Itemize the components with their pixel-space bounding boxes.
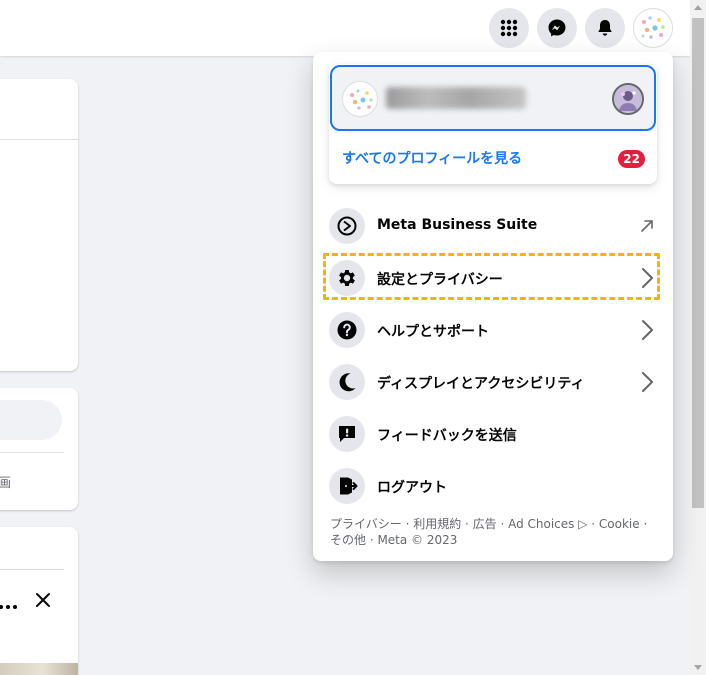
post-close-button[interactable] — [34, 591, 52, 613]
profile-card: ■■■■■■ ■■■ すべてのプロフィールを見る 22 — [329, 64, 657, 184]
feedback-icon-wrap — [329, 416, 365, 452]
divider — [0, 139, 78, 140]
notifications-button[interactable] — [585, 8, 625, 48]
close-icon — [36, 593, 50, 607]
meta-business-suite-icon — [337, 216, 357, 236]
grid-icon — [500, 19, 518, 37]
external-arrow-icon — [641, 220, 653, 232]
logout-icon — [340, 477, 358, 495]
feedback-icon — [339, 426, 355, 442]
menu-item-label: ヘルプとサポート — [377, 324, 489, 340]
menu-footer-links: プライバシー · 利用規約 · 広告 · Ad Choices ▷ · Cook… — [330, 516, 660, 548]
account-button[interactable] — [633, 8, 673, 48]
menu-item-give-feedback[interactable]: フィードバックを送信 — [321, 410, 665, 458]
menu-item-label: 設定とプライバシー — [377, 272, 503, 288]
gear-icon — [339, 270, 355, 286]
current-profile-row[interactable]: ■■■■■■ ■■■ — [330, 65, 656, 131]
profile-avatar-icon — [635, 10, 671, 46]
scroll-down-arrow-icon[interactable] — [694, 665, 702, 670]
footer-line-1[interactable]: プライバシー · 利用規約 · 広告 · Ad Choices ▷ · Cook… — [330, 516, 660, 532]
account-menu: ■■■■■■ ■■■ すべてのプロフィールを見る 22 Meta Busines… — [313, 52, 673, 561]
post-composer-card: 画 — [0, 388, 78, 510]
messenger-icon — [548, 19, 566, 37]
chevron-right-icon — [642, 268, 653, 288]
menu-item-meta-business-suite[interactable]: Meta Business Suite — [321, 202, 665, 250]
logout-icon-wrap — [329, 468, 365, 504]
menu-item-settings-privacy[interactable]: 設定とプライバシー — [321, 254, 665, 302]
menu-item-label: フィードバックを送信 — [377, 428, 517, 444]
bell-icon — [598, 20, 612, 36]
gear-icon-wrap — [329, 260, 365, 296]
profile-name: ■■■■■■ ■■■ — [386, 87, 526, 109]
scroll-up-arrow-icon[interactable] — [694, 5, 702, 10]
chevron-right-icon — [642, 320, 653, 340]
post-more-button[interactable] — [0, 595, 17, 614]
post-card — [0, 527, 78, 675]
see-all-profiles-link[interactable]: すべてのプロフィールを見る — [342, 148, 522, 168]
question-icon-wrap — [329, 312, 365, 348]
scrollbar-thumb[interactable] — [692, 18, 704, 508]
profile-count-badge: 22 — [618, 150, 645, 168]
switch-profile-button[interactable] — [612, 83, 644, 115]
menu-item-label: ディスプレイとアクセシビリティ — [377, 376, 585, 392]
switch-profile-icon — [614, 85, 642, 113]
divider — [0, 452, 64, 453]
feed-card — [0, 79, 78, 371]
menu-item-logout[interactable]: ログアウト — [321, 462, 665, 510]
top-bar — [0, 0, 690, 56]
post-image — [0, 663, 78, 675]
meta-business-suite-icon-wrap — [329, 208, 365, 244]
chevron-right-icon — [642, 372, 653, 392]
moon-icon-wrap — [329, 364, 365, 400]
menu-item-help-support[interactable]: ヘルプとサポート — [321, 306, 665, 354]
divider — [0, 569, 64, 570]
menu-item-label: ログアウト — [377, 480, 447, 496]
profile-avatar — [342, 81, 378, 117]
moon-icon — [339, 373, 356, 392]
composer-input[interactable] — [0, 400, 62, 440]
more-dots-icon — [0, 605, 17, 609]
menu-grid-button[interactable] — [489, 8, 529, 48]
menu-item-label: Meta Business Suite — [377, 217, 538, 233]
footer-line-2[interactable]: その他 · Meta © 2023 — [330, 532, 660, 548]
profile-avatar-icon — [350, 89, 373, 110]
composer-option-label[interactable]: 画 — [0, 472, 11, 491]
question-icon — [337, 320, 357, 340]
messenger-button[interactable] — [537, 8, 577, 48]
menu-item-display-accessibility[interactable]: ディスプレイとアクセシビリティ — [321, 358, 665, 406]
